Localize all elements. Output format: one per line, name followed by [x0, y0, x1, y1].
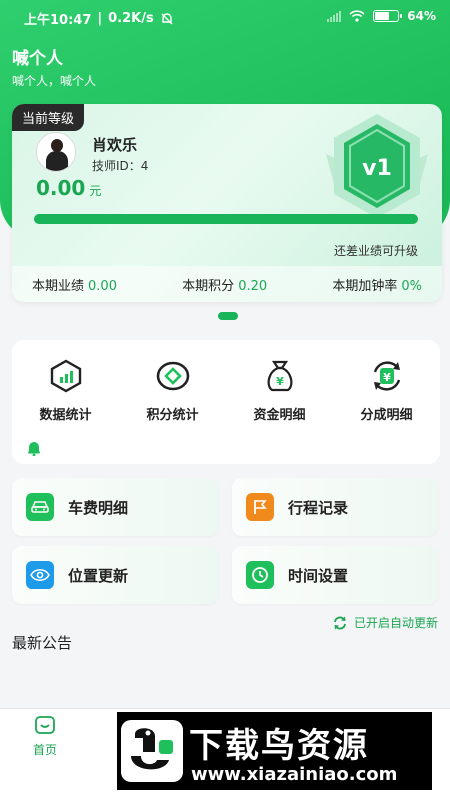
technician-name: 肖欢乐 — [92, 136, 138, 154]
stat-overtime-rate: 本期加钟率 0% — [332, 278, 422, 294]
status-time: 上午10:47 — [24, 13, 92, 28]
mute-bell-icon — [161, 12, 173, 24]
menu-points-stats[interactable]: 积分统计 — [119, 340, 226, 432]
period-stats: 本期业绩 0.00 本期积分 0.20 本期加钟率 0% — [12, 266, 442, 302]
network-speed: 0.2K/s — [108, 11, 154, 26]
auto-update-status[interactable]: 已开启自动更新 — [332, 614, 438, 631]
tile-trip-record[interactable]: 行程记录 — [232, 478, 438, 536]
refresh-icon — [334, 616, 346, 629]
battery-percent: 64% — [407, 9, 436, 23]
svg-text:¥: ¥ — [276, 375, 284, 388]
funds-detail-icon: ¥ — [267, 360, 292, 392]
points-stats-icon — [156, 361, 189, 391]
upgrade-hint: 还差业绩可升级 — [333, 244, 418, 258]
data-stats-icon — [50, 359, 81, 393]
flag-icon — [254, 500, 267, 514]
eye-icon — [30, 568, 50, 582]
svg-text:¥: ¥ — [383, 371, 391, 384]
menu-commission-detail[interactable]: ¥ 分成明细 — [333, 340, 440, 432]
bird-logo-icon — [121, 720, 183, 782]
tab-home[interactable]: 首页 — [24, 715, 66, 758]
technician-id: 技师ID：4 — [92, 159, 149, 173]
level-card[interactable]: 当前等级 肖欢乐 技师ID：4 0.00 元 v1 还差业绩可升级 本期业绩 0.… — [12, 104, 442, 302]
battery-icon — [373, 10, 403, 22]
announcement-title: 最新公告 — [12, 634, 73, 652]
tile-fare-detail[interactable]: 车费明细 — [12, 478, 218, 536]
menu-funds-detail[interactable]: ¥ 资金明细 — [226, 340, 333, 432]
watermark-banner: 下载鸟资源 www.xiazainiao.com — [117, 712, 432, 790]
menu-data-stats[interactable]: 数据统计 — [12, 340, 119, 432]
amount-unit: 元 — [89, 184, 102, 198]
commission-detail-icon: ¥ — [373, 361, 400, 391]
watermark-title: 下载鸟资源 — [189, 726, 369, 766]
status-bar: 上午10:47 | 0.2K/s 64% — [24, 9, 436, 28]
bell-icon — [28, 442, 40, 456]
page-subtitle: 喊个人，喊个人 — [12, 74, 97, 88]
amount-value: 0.00 — [36, 176, 86, 200]
level-progress-bar — [34, 214, 418, 224]
avatar[interactable] — [36, 132, 76, 172]
clock-icon — [252, 567, 268, 583]
car-icon — [31, 501, 49, 513]
notice-bar[interactable] — [12, 432, 440, 464]
watermark-url: www.xiazainiao.com — [191, 764, 398, 785]
wifi-icon — [349, 10, 365, 22]
home-icon — [35, 716, 55, 734]
stat-performance: 本期业绩 0.00 — [32, 278, 117, 294]
current-level-tag: 当前等级 — [12, 104, 85, 131]
page-title: 喊个人 — [12, 49, 63, 69]
tile-time-settings[interactable]: 时间设置 — [232, 546, 438, 604]
stat-points: 本期积分 0.20 — [182, 278, 268, 294]
quick-menu: 数据统计 积分统计 ¥ 资金明细 ¥ 分成明细 — [12, 340, 440, 432]
level-badge-text: v1 — [362, 156, 392, 181]
signal-icon — [327, 10, 342, 22]
carousel-indicator[interactable] — [218, 312, 238, 320]
balance-amount: 0.00 元 — [36, 176, 101, 200]
tile-location-update[interactable]: 位置更新 — [12, 546, 218, 604]
